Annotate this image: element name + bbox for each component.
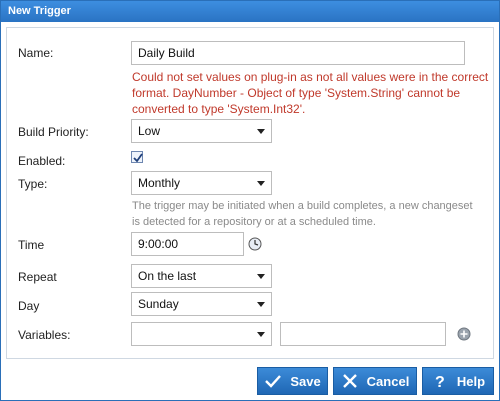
question-icon: ?	[435, 374, 445, 390]
save-button-label: Save	[290, 373, 321, 389]
help-button-label: Help	[456, 373, 486, 389]
enabled-label: Enabled:	[18, 154, 66, 168]
add-circle-icon[interactable]	[457, 327, 471, 341]
day-value: Sunday	[138, 297, 179, 311]
variables-value-input[interactable]	[280, 322, 446, 346]
type-label: Type:	[18, 177, 48, 191]
repeat-label: Repeat	[18, 270, 57, 284]
dialog-title: New Trigger	[1, 1, 499, 22]
help-button[interactable]: ? Help	[422, 367, 494, 395]
day-label: Day	[18, 299, 40, 313]
name-label: Name:	[18, 46, 54, 60]
repeat-value: On the last	[138, 269, 197, 283]
time-label: Time	[18, 238, 45, 252]
build-priority-value: Low	[138, 124, 161, 138]
enabled-checkbox[interactable]	[131, 151, 143, 163]
cancel-button-label: Cancel	[366, 373, 410, 389]
check-icon	[133, 153, 143, 163]
variables-select[interactable]	[131, 322, 272, 346]
validation-error: Could not set values on plug-in as not a…	[132, 70, 489, 116]
chevron-down-icon	[257, 302, 265, 307]
cancel-button[interactable]: Cancel	[333, 367, 417, 395]
build-priority-label: Build Priority:	[18, 125, 89, 139]
chevron-down-icon	[257, 274, 265, 279]
variables-label: Variables:	[18, 328, 71, 342]
svg-text:?: ?	[435, 374, 445, 390]
chevron-down-icon	[257, 181, 265, 186]
day-select[interactable]: Sunday	[131, 292, 272, 316]
type-help-text: The trigger may be initiated when a buil…	[132, 200, 473, 228]
check-icon	[265, 375, 282, 388]
x-icon	[342, 374, 357, 388]
chevron-down-icon	[257, 129, 265, 134]
repeat-select[interactable]: On the last	[131, 264, 272, 288]
time-input[interactable]	[131, 232, 244, 256]
save-button[interactable]: Save	[257, 367, 328, 395]
type-value: Monthly	[138, 176, 181, 190]
new-trigger-dialog: New Trigger Name: Could not set values o…	[0, 0, 500, 401]
type-select[interactable]: Monthly	[131, 171, 272, 195]
build-priority-select[interactable]: Low	[131, 119, 272, 143]
chevron-down-icon	[257, 332, 265, 337]
clock-icon[interactable]	[248, 237, 262, 251]
name-input[interactable]	[131, 41, 465, 65]
